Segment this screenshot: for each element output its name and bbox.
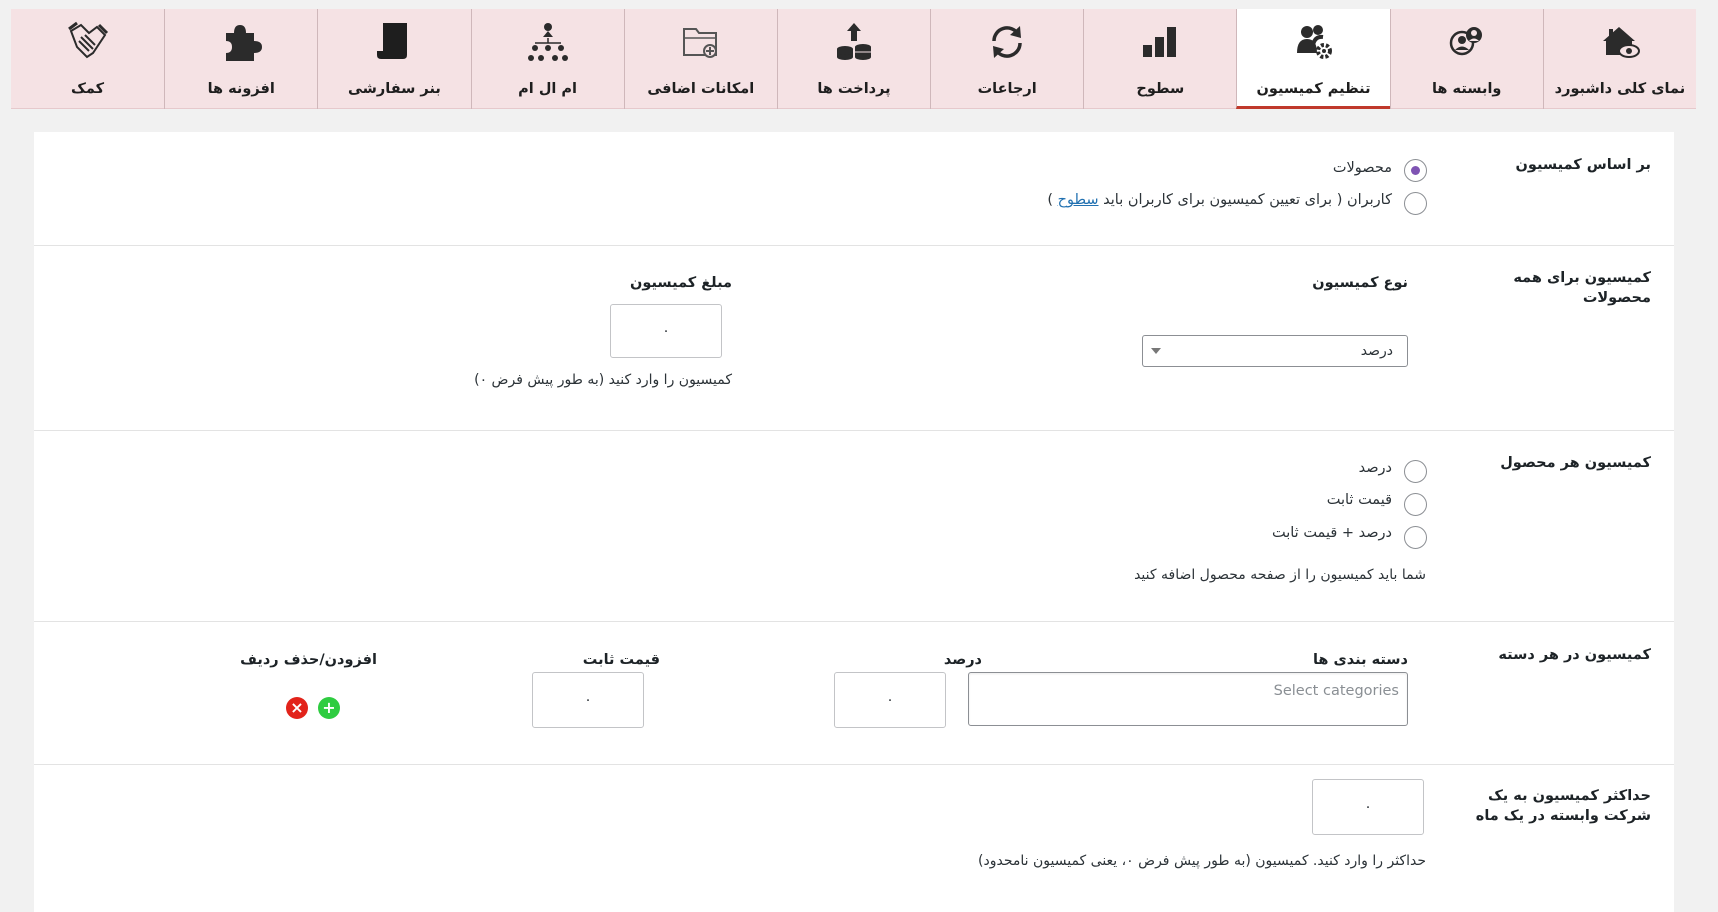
all-products-label-line2: محصولات xyxy=(1582,290,1651,306)
tab-levels[interactable]: سطوح xyxy=(1083,9,1236,109)
per-product-hint: شما باید کمیسیون را از صفحه محصول اضافه … xyxy=(1134,567,1426,583)
tab-commission-settings[interactable]: تنظیم کمیسیون xyxy=(1236,9,1390,109)
tab-referrals[interactable]: ارجاعات xyxy=(930,9,1083,109)
add-row-icon[interactable]: + xyxy=(318,697,340,719)
tab-label: امکانات اضافی xyxy=(647,81,755,97)
commission-amount-input[interactable]: ۰ xyxy=(610,304,722,358)
tab-mlm[interactable]: ام ال ام xyxy=(470,9,624,109)
tab-label: ارجاعات xyxy=(977,81,1037,97)
coins-upload-icon xyxy=(831,19,877,65)
tab-label: بنر سفارشی xyxy=(347,81,441,97)
commission-amount-hint: کمیسیون را وارد کنید (به طور پیش فرض ۰) xyxy=(474,372,732,388)
tab-affiliates[interactable]: وابسته ها xyxy=(1389,9,1543,109)
col-percent-header: درصد xyxy=(943,652,982,668)
chevron-down-icon xyxy=(1151,348,1161,354)
tab-label: وابسته ها xyxy=(1431,81,1502,97)
per-product-label: کمیسیون هر محصول xyxy=(1500,455,1651,471)
tab-extras[interactable]: امکانات اضافی xyxy=(623,9,777,109)
monthly-max-label-line1: حداکثر کمیسیون به یک xyxy=(1487,788,1651,804)
radio-per-product-fixed[interactable] xyxy=(1404,493,1427,516)
radio-per-product-fixed-label: قیمت ثابت xyxy=(1326,492,1392,508)
col-add-remove-header: افزودن/حذف ردیف xyxy=(240,652,377,668)
all-products-label: کمیسیون برای همه محصولات xyxy=(1513,268,1651,308)
commission-basis-label: بر اساس کمیسیون xyxy=(1515,157,1651,173)
handshake-icon xyxy=(65,19,111,65)
radio-per-product-percent[interactable] xyxy=(1404,460,1427,483)
remove-row-icon[interactable]: × xyxy=(286,697,308,719)
scroll-icon xyxy=(371,19,417,65)
tab-label: پرداخت ها xyxy=(817,81,891,97)
radio-basis-products-label: محصولات xyxy=(1332,160,1392,176)
tab-label: تنظیم کمیسیون xyxy=(1256,81,1371,97)
tab-label: کمک xyxy=(71,81,105,97)
row-per-product-commission: کمیسیون هر محصول درصد قیمت ثابت درصد + ق… xyxy=(34,431,1674,622)
all-products-label-line1: کمیسیون برای همه xyxy=(1513,270,1651,286)
commission-type-select[interactable]: درصد xyxy=(1142,335,1408,367)
commission-amount-label: مبلغ کمیسیون xyxy=(630,275,732,291)
top-nav-tabs: نمای کلی داشبورد وابسته ها تنظیم کمیسیون… xyxy=(11,9,1696,109)
monthly-max-label-line2: شرکت وابسته در یک ماه xyxy=(1475,808,1651,824)
radio-basis-users[interactable] xyxy=(1404,192,1427,215)
tab-payments[interactable]: پرداخت ها xyxy=(776,9,930,109)
tab-help[interactable]: کمک xyxy=(11,9,164,109)
monthly-max-input[interactable]: ۰ xyxy=(1312,779,1424,835)
commission-type-value: درصد xyxy=(1360,343,1393,359)
col-fixed-header: قیمت ثابت xyxy=(582,652,660,668)
tab-custom-banner[interactable]: بنر سفارشی xyxy=(317,9,470,109)
per-category-label: کمیسیون در هر دسته xyxy=(1498,647,1651,663)
radio-per-product-percent-fixed[interactable] xyxy=(1404,526,1427,549)
tab-addons[interactable]: افزونه ها xyxy=(164,9,317,109)
row-all-products-commission: کمیسیون برای همه محصولات نوع کمیسیون درص… xyxy=(34,246,1674,431)
row-monthly-max-commission: حداکثر کمیسیون به یک شرکت وابسته در یک م… xyxy=(34,765,1674,912)
radio-per-product-percent-label: درصد xyxy=(1358,460,1392,476)
row-per-category-commission: کمیسیون در هر دسته دسته بندی ها درصد قیم… xyxy=(34,622,1674,765)
house-eye-icon xyxy=(1597,19,1643,65)
folder-add-icon xyxy=(678,19,724,65)
category-percent-input[interactable]: ۰ xyxy=(834,672,946,728)
tab-label: سطوح xyxy=(1136,81,1185,97)
users-gear-icon xyxy=(1291,19,1337,65)
monthly-max-hint: حداکثر را وارد کنید. کمیسیون (به طور پیش… xyxy=(978,853,1426,869)
col-categories-header: دسته بندی ها xyxy=(1312,652,1408,668)
bar-chart-icon xyxy=(1137,19,1183,65)
levels-link[interactable]: سطوح xyxy=(1058,192,1099,208)
radio-basis-products[interactable] xyxy=(1404,159,1427,182)
monthly-max-label: حداکثر کمیسیون به یک شرکت وابسته در یک م… xyxy=(1476,786,1651,826)
users-icon xyxy=(1444,19,1490,65)
refresh-icon xyxy=(984,19,1030,65)
commission-type-label: نوع کمیسیون xyxy=(1312,275,1408,291)
settings-panel: بر اساس کمیسیون محصولات کاربران ( برای ت… xyxy=(34,132,1674,912)
tab-label: ام ال ام xyxy=(518,81,578,97)
tab-label: نمای کلی داشبورد xyxy=(1554,81,1686,97)
category-fixed-input[interactable]: ۰ xyxy=(532,672,644,728)
row-commission-basis: بر اساس کمیسیون محصولات کاربران ( برای ت… xyxy=(34,132,1674,246)
users-option-close: ) xyxy=(1047,192,1054,208)
hierarchy-icon xyxy=(525,19,571,65)
categories-select[interactable]: Select categories xyxy=(968,672,1408,726)
tab-dashboard[interactable]: نمای کلی داشبورد xyxy=(1542,9,1696,109)
radio-basis-users-label: کاربران ( برای تعیین کمیسیون برای کاربرا… xyxy=(1047,192,1392,208)
puzzle-icon xyxy=(218,19,264,65)
tab-label: افزونه ها xyxy=(207,81,275,97)
users-option-text: کاربران ( برای تعیین کمیسیون برای کاربرا… xyxy=(1103,192,1392,208)
radio-per-product-percent-fixed-label: درصد + قیمت ثابت xyxy=(1271,525,1392,541)
